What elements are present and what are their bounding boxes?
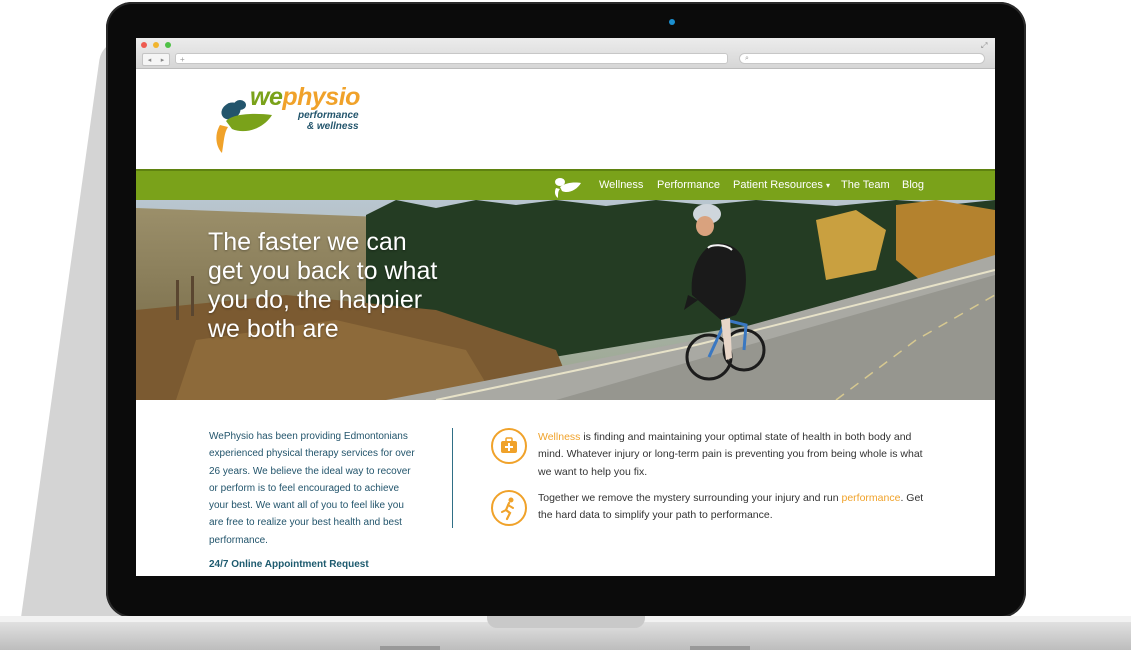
logo-we: we <box>250 83 283 111</box>
forward-arrow-icon[interactable]: ▸ <box>161 56 165 64</box>
fullscreen-icon[interactable]: ⤢ <box>981 41 987 51</box>
minimize-window-button[interactable] <box>153 42 159 48</box>
nav-performance[interactable]: Performance <box>657 179 720 191</box>
nav-patient-resources-label: Patient Resources <box>733 179 823 191</box>
content-divider <box>452 428 453 528</box>
nav-blog[interactable]: Blog <box>902 179 924 191</box>
first-aid-kit-icon <box>491 428 527 464</box>
browser-screen: ◂ ▸ + ⌕ ⤢ wephysio performance & wellnes… <box>136 38 995 576</box>
main-nav: Wellness Performance Patient Resources ▾… <box>136 169 995 200</box>
nav-the-team[interactable]: The Team <box>841 179 890 191</box>
hero-headline: The faster we can get you back to what y… <box>208 228 438 343</box>
first-aid-kit-glyph <box>501 437 517 453</box>
home-logo-icon[interactable] <box>552 174 582 198</box>
performance-text-before: Together we remove the mystery surroundi… <box>538 492 842 504</box>
close-window-button[interactable] <box>141 42 147 48</box>
history-buttons: ◂ ▸ <box>142 53 170 66</box>
runner-icon <box>491 490 527 526</box>
wellness-link[interactable]: Wellness <box>538 431 580 443</box>
logo-physio: physio <box>282 83 360 111</box>
laptop-foot <box>690 646 750 650</box>
logo-tagline-line-2: & wellness <box>306 121 359 132</box>
chevron-down-icon: ▾ <box>825 181 830 190</box>
wellness-paragraph: Wellness is finding and maintaining your… <box>538 429 930 481</box>
address-bar[interactable]: + <box>175 53 728 64</box>
appointment-request-link[interactable]: 24/7 Online Appointment Request <box>209 559 369 570</box>
back-arrow-icon[interactable]: ◂ <box>148 56 152 64</box>
performance-link[interactable]: performance <box>841 492 900 504</box>
zoom-window-button[interactable] <box>165 42 171 48</box>
intro-text: WePhysio has been providing Edmontonians… <box>209 431 415 546</box>
logo-tagline: performance & wellness <box>298 110 359 132</box>
laptop-notch <box>487 616 645 628</box>
nav-patient-resources[interactable]: Patient Resources ▾ <box>733 179 830 191</box>
performance-paragraph: Together we remove the mystery surroundi… <box>538 490 930 525</box>
nav-wellness[interactable]: Wellness <box>599 179 643 191</box>
browser-toolbar: ◂ ▸ + ⌕ ⤢ <box>136 38 995 69</box>
wellness-text: is finding and maintaining your optimal … <box>538 431 923 478</box>
logo-wordmark[interactable]: wephysio <box>250 83 360 112</box>
logo-tagline-line-1: performance <box>298 110 359 121</box>
runner-glyph <box>501 497 514 521</box>
browser-search-field[interactable]: ⌕ <box>739 53 985 64</box>
laptop-foot <box>380 646 440 650</box>
hero-banner: The faster we can get you back to what y… <box>136 200 995 400</box>
camera-icon <box>669 19 675 25</box>
